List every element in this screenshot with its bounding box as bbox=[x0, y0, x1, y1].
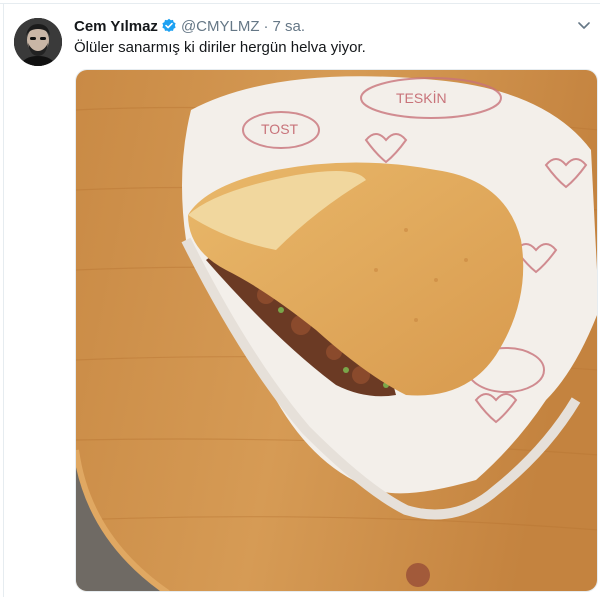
author-name[interactable]: Cem Yılmaz bbox=[74, 18, 158, 35]
tweet-text: Ölüler sanarmış ki diriler hergün helva … bbox=[74, 39, 366, 56]
separator-dot: · bbox=[263, 17, 269, 35]
tweet-media-photo[interactable]: TESKİN TOST bbox=[75, 69, 598, 592]
tweet-top-border bbox=[0, 3, 600, 4]
author-avatar[interactable] bbox=[14, 18, 62, 66]
verified-badge-icon bbox=[161, 18, 177, 34]
avatar-image bbox=[14, 18, 62, 66]
tweet-left-border bbox=[3, 3, 4, 597]
tweet-header: Cem Yılmaz @CMYLMZ · 7 sa. bbox=[74, 15, 305, 37]
tweet-menu-button[interactable] bbox=[576, 18, 592, 34]
tweet-timestamp[interactable]: 7 sa. bbox=[273, 18, 306, 35]
chevron-down-icon bbox=[578, 22, 590, 29]
wrapper-print-text: TESKİN bbox=[396, 89, 447, 106]
author-handle[interactable]: @CMYLMZ bbox=[181, 18, 260, 35]
sandwich-photo: TESKİN TOST bbox=[76, 70, 597, 591]
wrapper-print-text-2: TOST bbox=[261, 121, 299, 137]
